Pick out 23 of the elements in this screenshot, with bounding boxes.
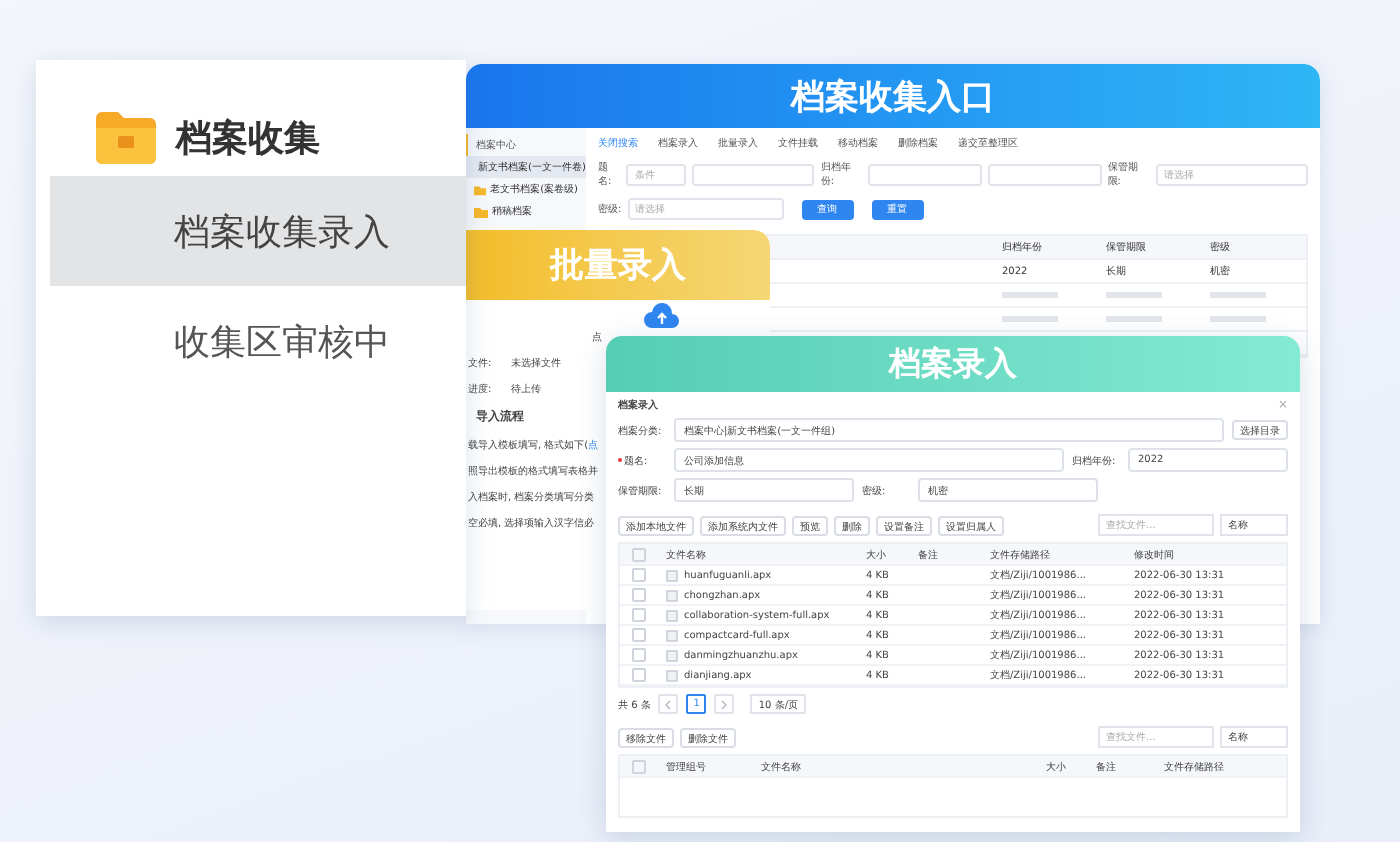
checkbox[interactable] [632,547,646,561]
chevron-right-icon [720,699,729,709]
checkbox[interactable] [632,628,646,642]
checkbox[interactable] [632,759,646,773]
checkbox[interactable] [632,648,646,662]
checkbox[interactable] [632,568,646,582]
next-page-button[interactable] [714,694,735,714]
cloud-upload-icon [644,302,680,330]
folder-icon [96,112,156,164]
checkbox[interactable] [632,588,646,602]
window-title: 档案收集入口 [791,75,995,119]
checkbox[interactable] [632,608,646,622]
window-title: 档案录入 [889,343,1017,385]
year-input[interactable] [988,163,1102,185]
title-input[interactable] [691,163,815,185]
checkbox[interactable] [632,668,646,682]
year-input[interactable] [868,163,983,185]
previous-page-button[interactable] [658,694,679,714]
menu-title: 档案收集 [176,116,320,162]
menu-item[interactable]: 档案收集录入 [50,176,466,286]
chevron-left-icon [664,699,673,709]
menu-item[interactable]: 收集区审核中 [50,286,466,396]
window-title: 批量录入 [550,244,686,288]
